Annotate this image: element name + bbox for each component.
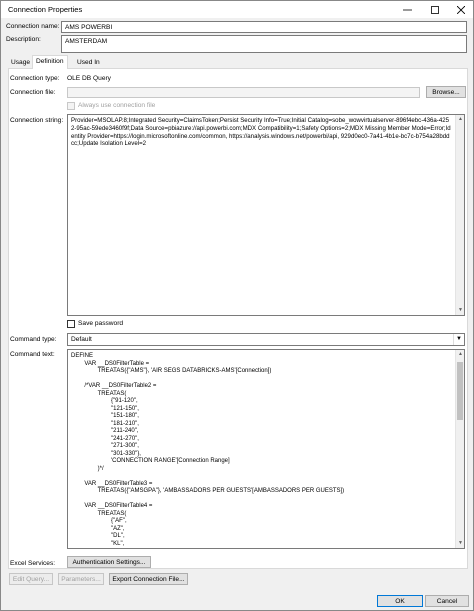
save-password-checkbox[interactable]: [67, 320, 75, 328]
maximize-icon: [431, 5, 439, 14]
tab-definition-label: Definition: [36, 58, 64, 65]
description-label: Description:: [6, 36, 41, 43]
browse-button[interactable]: Browse...: [426, 86, 466, 98]
connection-file-label: Connection file:: [10, 89, 56, 96]
export-connection-file-button[interactable]: Export Connection File...: [109, 573, 188, 585]
connection-name-input[interactable]: AMS POWERBI: [61, 21, 467, 33]
connection-string-textarea[interactable]: Provider=MSOLAP.8;Integrated Security=Cl…: [67, 114, 465, 316]
command-text: DEFINE VAR __DS0FilterTable = TREATAS({"…: [71, 353, 345, 547]
maximize-button[interactable]: [421, 1, 449, 18]
connection-properties-dialog: Connection Properties Connection name: A…: [0, 0, 474, 611]
connection-type-label: Connection type:: [10, 75, 60, 82]
close-icon: [457, 5, 465, 14]
tab-usage-label: Usage: [11, 59, 31, 66]
connection-file-input[interactable]: [67, 87, 420, 98]
title-bar: Connection Properties: [1, 1, 473, 18]
command-type-label: Command type:: [10, 336, 57, 343]
scroll-down-icon[interactable]: ▼: [456, 539, 464, 548]
window-title: Connection Properties: [8, 5, 83, 14]
edit-query-button[interactable]: Edit Query...: [9, 573, 53, 585]
description-input[interactable]: AMSTERDAM: [61, 35, 467, 53]
scroll-up-icon[interactable]: ▲: [456, 350, 464, 359]
authentication-settings-button[interactable]: Authentication Settings...: [67, 556, 151, 568]
command-text-scrollbar[interactable]: ▲ ▼: [455, 350, 464, 548]
scroll-up-icon[interactable]: ▲: [456, 115, 464, 124]
minimize-button[interactable]: [393, 1, 421, 18]
connection-name-label: Connection name:: [6, 23, 60, 30]
scroll-down-icon[interactable]: ▼: [456, 306, 464, 315]
cancel-button[interactable]: Cancel: [425, 595, 469, 607]
scrollbar-thumb[interactable]: [457, 362, 463, 420]
excel-services-label: Excel Services:: [10, 560, 56, 567]
tab-used-in-label: Used In: [77, 59, 100, 66]
chevron-down-icon: ▼: [453, 334, 464, 345]
minimize-icon: [402, 9, 412, 11]
connection-type-value: OLE DB Query: [67, 75, 111, 82]
parameters-button[interactable]: Parameters...: [58, 573, 104, 585]
ok-button[interactable]: OK: [377, 595, 423, 607]
always-use-connection-file-label: Always use connection file: [78, 102, 156, 109]
command-type-select[interactable]: Default ▼: [67, 333, 465, 346]
connection-string-text: Provider=MSOLAP.8;Integrated Security=Cl…: [71, 117, 451, 148]
connection-string-label: Connection string:: [10, 117, 64, 124]
save-password-label: Save password: [78, 320, 124, 327]
command-text-label: Command text:: [10, 351, 55, 358]
tab-definition[interactable]: Definition: [32, 55, 68, 69]
connection-string-scrollbar[interactable]: ▲ ▼: [455, 115, 464, 315]
always-use-connection-file-checkbox[interactable]: [67, 102, 75, 110]
command-text-textarea[interactable]: DEFINE VAR __DS0FilterTable = TREATAS({"…: [67, 349, 465, 549]
close-button[interactable]: [447, 1, 474, 18]
command-type-value: Default: [71, 336, 92, 343]
